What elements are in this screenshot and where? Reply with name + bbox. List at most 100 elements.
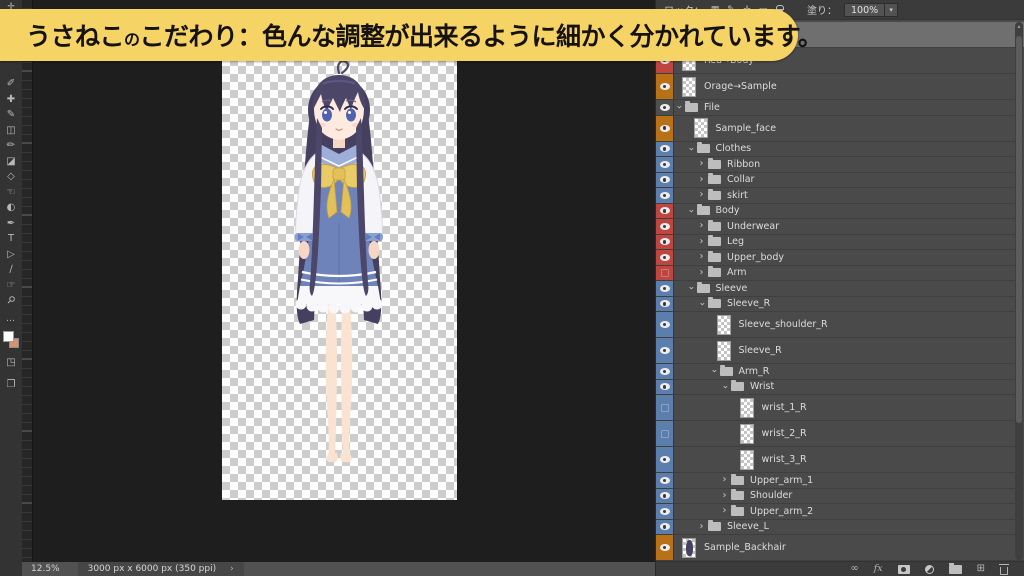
adjustment-layer-icon[interactable] xyxy=(925,565,934,574)
eraser-tool-icon[interactable]: ◪ xyxy=(0,154,22,170)
layer-mask-icon[interactable] xyxy=(898,565,910,574)
visibility-toggle-icon[interactable] xyxy=(660,544,670,551)
hand-tool-icon[interactable]: ☞ xyxy=(0,278,22,294)
canvas-workspace[interactable] xyxy=(33,0,655,562)
expand-collapse-icon[interactable]: › xyxy=(720,475,729,485)
layer-row[interactable]: › Arm xyxy=(656,266,1024,282)
chevron-right-icon[interactable]: › xyxy=(230,564,234,574)
layer-name[interactable]: Sleeve_R xyxy=(739,345,782,356)
layer-name[interactable]: Upper_body xyxy=(727,252,784,263)
layer-name[interactable]: Collar xyxy=(727,174,754,185)
visibility-toggle-icon[interactable] xyxy=(660,383,670,390)
new-layer-icon[interactable]: ⊞ xyxy=(977,564,985,574)
visibility-toggle-icon[interactable] xyxy=(660,300,670,307)
layer-name[interactable]: Underwear xyxy=(727,221,779,232)
layer-name[interactable]: Sample_face xyxy=(716,123,777,134)
expand-collapse-icon[interactable]: › xyxy=(697,237,706,247)
visibility-toggle-icon[interactable] xyxy=(660,368,670,375)
layer-row[interactable]: Sample_Backhair xyxy=(656,535,1024,561)
layer-row[interactable]: › Collar xyxy=(656,173,1024,189)
layer-thumbnail[interactable] xyxy=(717,341,731,361)
visibility-toggle-icon[interactable] xyxy=(660,523,670,530)
expand-collapse-icon[interactable]: › xyxy=(708,367,718,376)
layer-row[interactable]: wrist_3_R xyxy=(656,447,1024,473)
layer-row[interactable]: › Sleeve_R xyxy=(656,297,1024,313)
layer-row[interactable]: › Ribbon xyxy=(656,157,1024,173)
expand-collapse-icon[interactable]: › xyxy=(697,252,706,262)
layer-row[interactable]: › skirt xyxy=(656,188,1024,204)
layer-name[interactable]: wrist_2_R xyxy=(762,428,807,439)
layer-name[interactable]: Arm xyxy=(727,267,747,278)
layers-scrollbar[interactable] xyxy=(1015,22,1023,560)
layer-thumbnail[interactable] xyxy=(717,315,731,335)
expand-collapse-icon[interactable]: › xyxy=(697,221,706,231)
layer-name[interactable]: Orage→Sample xyxy=(704,81,777,92)
layer-row[interactable]: › File xyxy=(656,100,1024,116)
history-brush-tool-icon[interactable]: ✏ xyxy=(0,138,22,154)
layer-name[interactable]: wrist_3_R xyxy=(762,454,807,465)
layer-name[interactable]: wrist_1_R xyxy=(762,402,807,413)
edit-toolbar-icon[interactable]: … xyxy=(6,314,16,324)
layer-row[interactable]: › Arm_R xyxy=(656,364,1024,380)
visibility-toggle-icon[interactable] xyxy=(660,161,670,168)
layer-row[interactable]: › Leg xyxy=(656,235,1024,251)
layer-thumbnail[interactable] xyxy=(740,450,754,470)
expand-collapse-icon[interactable]: › xyxy=(674,103,684,112)
layer-row[interactable]: › Body xyxy=(656,204,1024,220)
expand-collapse-icon[interactable]: › xyxy=(697,159,706,169)
layer-row[interactable]: wrist_2_R xyxy=(656,421,1024,447)
layer-row[interactable]: › Shoulder xyxy=(656,489,1024,505)
layer-row[interactable]: Sample_face xyxy=(656,116,1024,142)
layer-name[interactable]: Upper_arm_2 xyxy=(750,506,813,517)
visibility-toggle-icon[interactable] xyxy=(660,207,670,214)
chevron-down-icon[interactable]: ▾ xyxy=(885,3,898,17)
pen-tool-icon[interactable]: ✒ xyxy=(0,216,22,232)
visibility-toggle-icon[interactable] xyxy=(660,83,670,90)
visibility-toggle-icon[interactable] xyxy=(660,104,670,111)
type-tool-icon[interactable]: T xyxy=(0,231,22,247)
layer-row[interactable]: wrist_1_R xyxy=(656,395,1024,421)
expand-collapse-icon[interactable]: › xyxy=(685,284,695,293)
visibility-toggle-icon[interactable] xyxy=(660,477,670,484)
visibility-toggle-icon[interactable] xyxy=(660,238,670,245)
layer-row[interactable]: Sleeve_R xyxy=(656,338,1024,364)
layer-name[interactable]: Wrist xyxy=(750,381,774,392)
dodge-tool-icon[interactable]: ◐ xyxy=(0,200,22,216)
layer-thumbnail[interactable] xyxy=(682,77,696,97)
layer-name[interactable]: Clothes xyxy=(716,143,752,154)
vertical-ruler[interactable] xyxy=(22,0,33,562)
layer-row[interactable]: › Sleeve_L xyxy=(656,520,1024,536)
spot-healing-tool-icon[interactable]: ✚ xyxy=(0,92,22,108)
visibility-toggle-icon[interactable] xyxy=(660,145,670,152)
visibility-toggle-icon[interactable] xyxy=(661,404,669,412)
expand-collapse-icon[interactable]: › xyxy=(697,268,706,278)
layer-row[interactable]: › Wrist xyxy=(656,380,1024,396)
fill-dropdown[interactable]: 100% ▾ xyxy=(844,3,898,17)
visibility-toggle-icon[interactable] xyxy=(660,347,670,354)
expand-collapse-icon[interactable]: › xyxy=(685,206,695,215)
layer-name[interactable]: Upper_arm_1 xyxy=(750,475,813,486)
layer-row[interactable]: › Sleeve xyxy=(656,281,1024,297)
layer-name[interactable]: Leg xyxy=(727,236,744,247)
scrollbar-thumb[interactable] xyxy=(1016,36,1022,423)
expand-collapse-icon[interactable]: › xyxy=(720,506,729,516)
layer-name[interactable]: Sleeve_L xyxy=(727,521,769,532)
layer-name[interactable]: Sleeve_R xyxy=(727,298,770,309)
layer-row[interactable]: Orage→Sample xyxy=(656,74,1024,100)
fill-value[interactable]: 100% xyxy=(844,3,885,17)
expand-collapse-icon[interactable]: › xyxy=(697,175,706,185)
visibility-toggle-icon[interactable] xyxy=(660,492,670,499)
layer-row[interactable]: › Upper_arm_1 xyxy=(656,473,1024,489)
layer-effects-icon[interactable]: fx xyxy=(874,564,883,574)
visibility-toggle-icon[interactable] xyxy=(660,508,670,515)
delete-layer-icon[interactable] xyxy=(1000,567,1008,575)
layer-name[interactable]: Body xyxy=(716,205,740,216)
quick-mask-icon[interactable]: ◳ xyxy=(6,357,15,370)
visibility-toggle-icon[interactable] xyxy=(660,321,670,328)
visibility-toggle-icon[interactable] xyxy=(660,223,670,230)
layer-row[interactable]: Sleeve_shoulder_R xyxy=(656,312,1024,338)
layer-row[interactable]: › Underwear xyxy=(656,219,1024,235)
zoom-tool-icon[interactable]: ⚲ xyxy=(0,293,22,309)
expand-collapse-icon[interactable]: › xyxy=(697,299,707,308)
visibility-toggle-icon[interactable] xyxy=(660,285,670,292)
